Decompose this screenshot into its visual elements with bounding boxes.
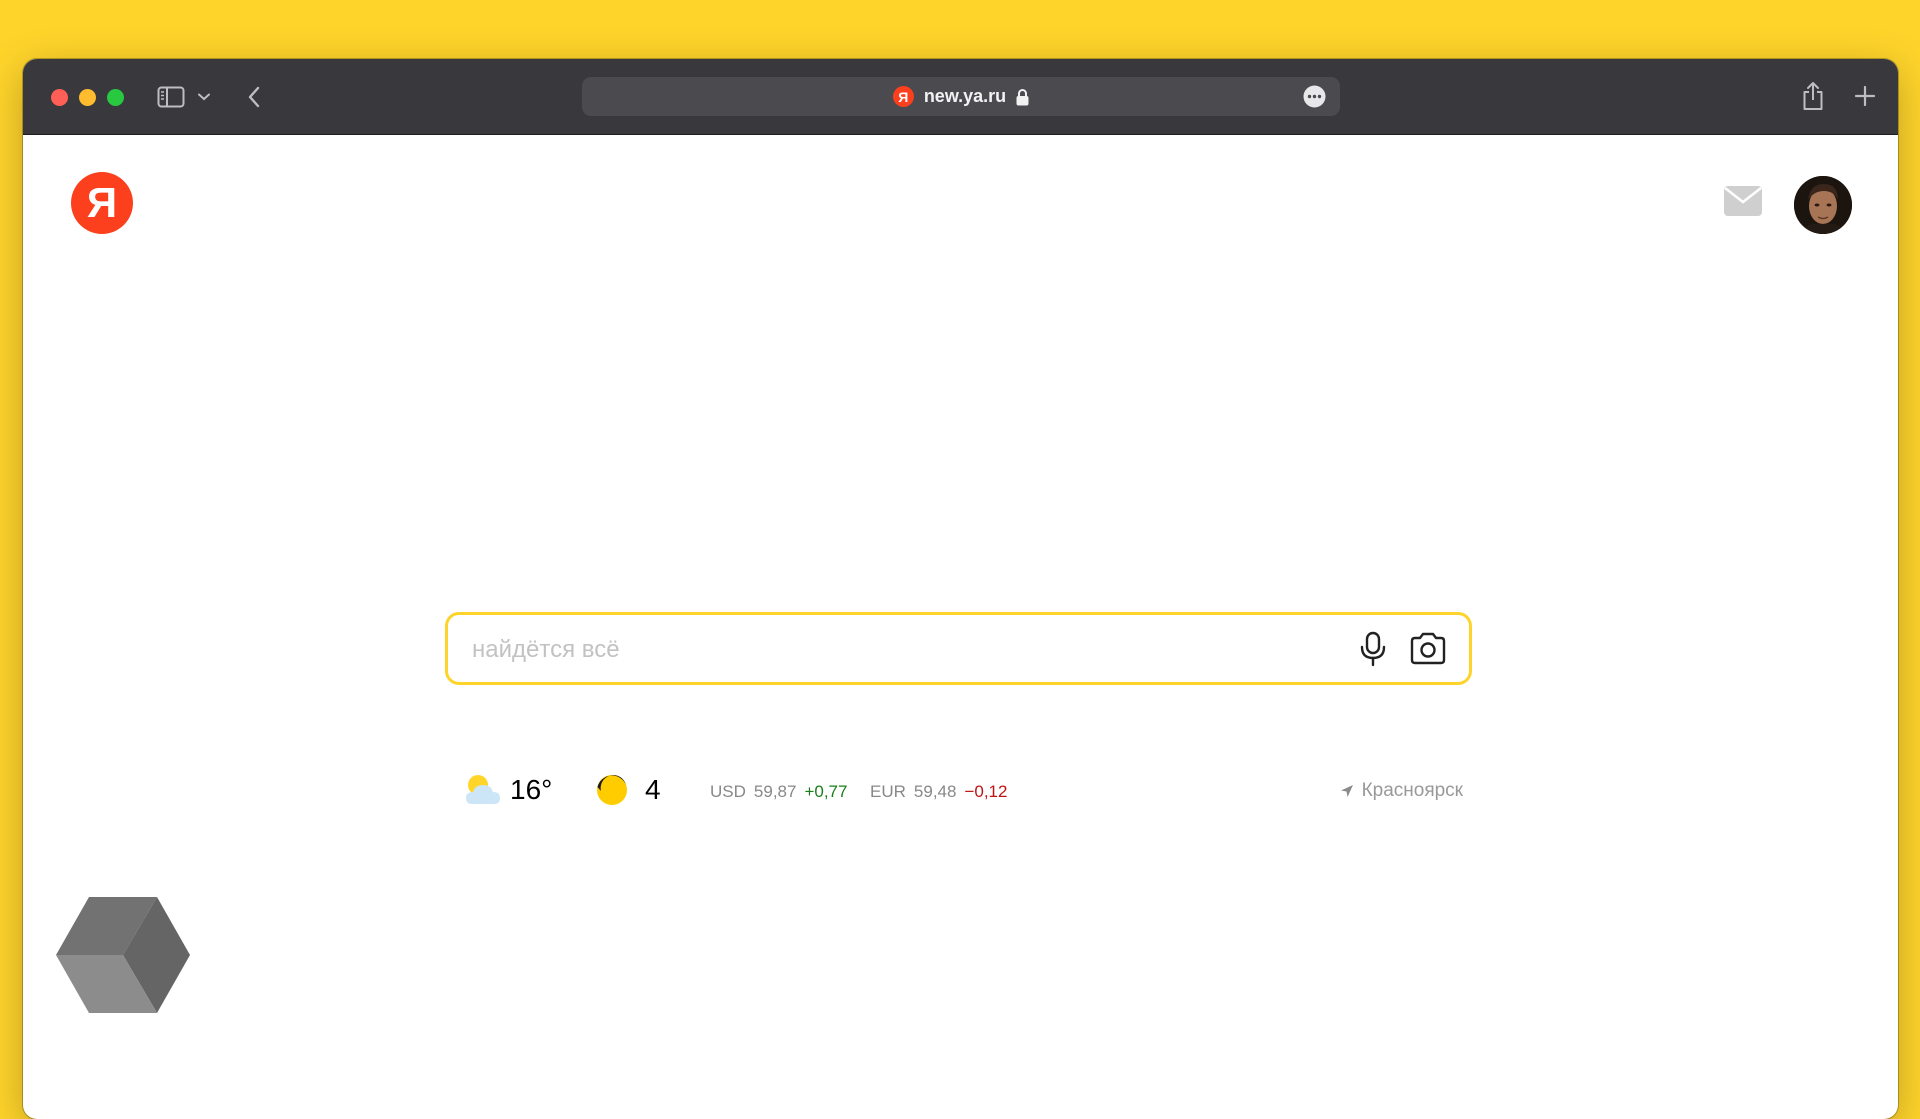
user-avatar[interactable] xyxy=(1794,176,1852,234)
currency-change: +0,77 xyxy=(804,782,848,801)
informers-row: 16° 4 USD 59,87 +0,77 EUR 59,48 −0,12 Красно… xyxy=(463,769,1463,811)
currency-code: USD xyxy=(710,782,746,801)
site-favicon: Я xyxy=(892,86,914,107)
sidebar-icon xyxy=(157,86,185,108)
browser-toolbar: Я new.ya.ru xyxy=(23,59,1898,135)
search-input[interactable] xyxy=(470,627,1334,672)
currency-change: −0,12 xyxy=(964,782,1008,801)
address-bar[interactable]: Я new.ya.ru xyxy=(582,77,1340,116)
plus-icon xyxy=(1854,85,1876,107)
zoom-window-button[interactable] xyxy=(107,89,124,106)
back-button[interactable] xyxy=(241,81,267,113)
partly-cloudy-icon[interactable] xyxy=(463,773,503,807)
more-options-icon xyxy=(1303,85,1326,108)
location-arrow-icon xyxy=(1340,785,1353,797)
traffic-score[interactable]: 4 xyxy=(645,774,661,806)
browser-window: Я new.ya.ru Я найдётся всё 16° 4 USD 59,… xyxy=(23,59,1898,1119)
lock-icon xyxy=(1016,88,1029,106)
microphone-icon xyxy=(1360,631,1386,667)
location-name: Красноярск xyxy=(1361,780,1463,801)
user-photo xyxy=(1794,176,1852,234)
address-url: new.ya.ru xyxy=(923,86,1007,106)
sidebar-toggle-button[interactable] xyxy=(156,83,186,111)
image-search-button[interactable] xyxy=(1408,631,1448,667)
tab-groups-dropdown[interactable] xyxy=(194,83,214,111)
minimize-window-button[interactable] xyxy=(79,89,96,106)
envelope-icon xyxy=(1724,186,1762,216)
currency-usd[interactable]: USD 59,87 +0,77 xyxy=(710,782,847,802)
chevron-down-icon xyxy=(198,93,210,101)
currency-eur[interactable]: EUR 59,48 −0,12 xyxy=(870,782,1007,802)
search-box xyxy=(445,612,1472,685)
camera-icon xyxy=(1410,632,1446,665)
chevron-left-icon xyxy=(248,86,260,108)
alice-cube-icon[interactable] xyxy=(56,896,190,1014)
share-icon xyxy=(1803,82,1823,110)
close-window-button[interactable] xyxy=(51,89,68,106)
traffic-level-icon[interactable] xyxy=(596,774,628,806)
new-tab-button[interactable] xyxy=(1850,81,1880,111)
weather-temperature[interactable]: 16° xyxy=(510,774,552,806)
share-button[interactable] xyxy=(1798,79,1828,113)
location-link[interactable]: Красноярск xyxy=(1340,780,1463,802)
yandex-logo[interactable]: Я xyxy=(71,172,133,234)
currency-code: EUR xyxy=(870,782,906,801)
currency-value: 59,87 xyxy=(753,782,797,801)
page-menu-button[interactable] xyxy=(1303,85,1326,108)
voice-search-button[interactable] xyxy=(1356,631,1390,667)
currency-value: 59,48 xyxy=(913,782,957,801)
mail-button[interactable] xyxy=(1723,185,1763,217)
